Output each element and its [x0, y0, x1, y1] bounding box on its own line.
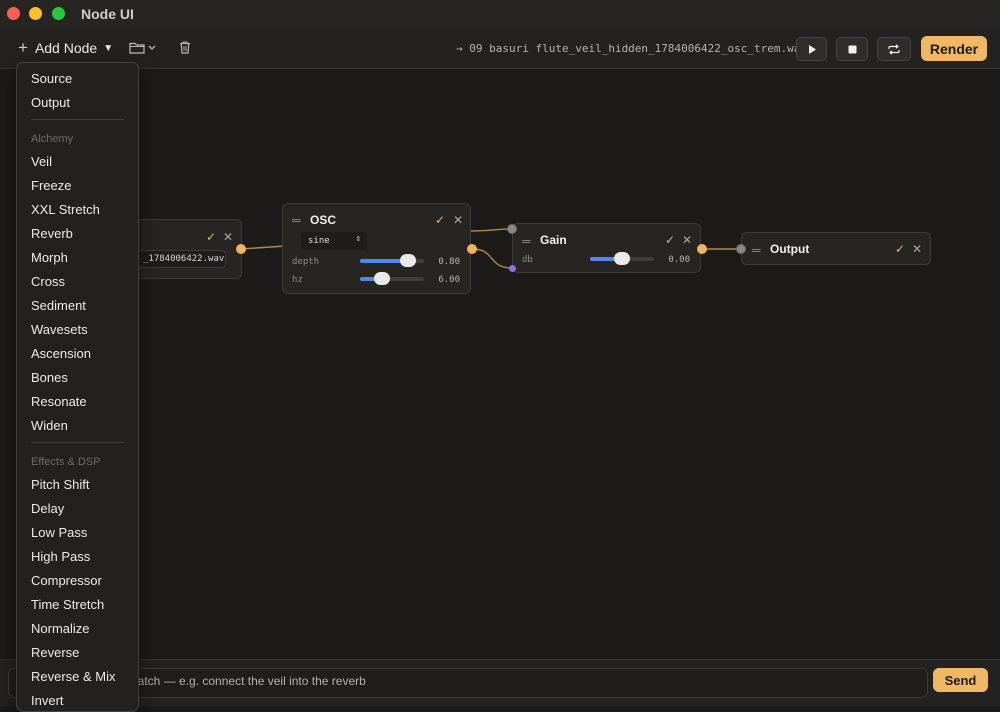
- menu-item-reverse-mix[interactable]: Reverse & Mix: [31, 669, 116, 684]
- menu-item-delay[interactable]: Delay: [31, 501, 64, 516]
- gain-input-port[interactable]: [507, 224, 517, 234]
- param-label-depth: depth: [292, 257, 320, 267]
- menu-item-low-pass[interactable]: Low Pass: [31, 525, 87, 540]
- menu-header-alchemy: Alchemy: [31, 133, 74, 145]
- menu-item-high-pass[interactable]: High Pass: [31, 549, 90, 564]
- osc-node-title: OSC: [310, 213, 337, 227]
- menu-item-xxl-stretch[interactable]: XXL Stretch: [31, 202, 100, 217]
- drag-handle-icon[interactable]: ═: [522, 234, 531, 248]
- source-file-field[interactable]: _1784006422.wav: [137, 250, 226, 268]
- source-output-port[interactable]: [236, 244, 246, 254]
- menu-item-invert[interactable]: Invert: [31, 693, 64, 708]
- wire-osc-gain: [470, 228, 513, 232]
- menu-item-ascension[interactable]: Ascension: [31, 346, 91, 361]
- output-node-title: Output: [770, 242, 810, 256]
- wire-osc-gain-mod: [472, 248, 513, 269]
- gain-node-title: Gain: [540, 233, 567, 247]
- enable-check-icon[interactable]: ✓: [206, 230, 216, 244]
- enable-check-icon[interactable]: ✓: [665, 233, 675, 247]
- gain-node[interactable]: [512, 223, 701, 273]
- gain-mod-port[interactable]: [508, 264, 516, 272]
- gain-output-port[interactable]: [697, 244, 707, 254]
- param-value-db: 0.00: [668, 255, 690, 265]
- menu-item-cross[interactable]: Cross: [31, 274, 65, 289]
- drag-handle-icon[interactable]: ═: [752, 243, 761, 257]
- chat-bar: patch — e.g. connect the veil into the r…: [0, 659, 1000, 706]
- enable-check-icon[interactable]: ✓: [895, 242, 905, 256]
- remove-node-icon[interactable]: ✕: [223, 230, 233, 244]
- wire-source-osc: [240, 245, 286, 250]
- remove-node-icon[interactable]: ✕: [682, 233, 692, 247]
- menu-item-time-stretch[interactable]: Time Stretch: [31, 597, 104, 612]
- param-value-hz: 6.00: [438, 275, 460, 285]
- menu-item-wavesets[interactable]: Wavesets: [31, 322, 88, 337]
- menu-item-morph[interactable]: Morph: [31, 250, 68, 265]
- menu-item-reverb[interactable]: Reverb: [31, 226, 73, 241]
- menu-item-reverse[interactable]: Reverse: [31, 645, 79, 660]
- menu-header-effects: Effects & DSP: [31, 456, 101, 468]
- output-input-port[interactable]: [736, 244, 746, 254]
- slider-knob[interactable]: [400, 254, 416, 267]
- param-label-db: db: [522, 255, 533, 265]
- enable-check-icon[interactable]: ✓: [435, 213, 445, 227]
- osc-output-port[interactable]: [467, 244, 477, 254]
- updown-chevron-icon: ⇕: [355, 234, 361, 244]
- hz-slider[interactable]: [360, 272, 424, 285]
- menu-item-veil[interactable]: Veil: [31, 154, 52, 169]
- drag-handle-icon[interactable]: ═: [292, 213, 301, 227]
- menu-item-resonate[interactable]: Resonate: [31, 394, 87, 409]
- menu-item-bones[interactable]: Bones: [31, 370, 68, 385]
- remove-node-icon[interactable]: ✕: [453, 213, 463, 227]
- add-node-menu: Source Output Alchemy Veil Freeze XXL St…: [16, 62, 139, 712]
- slider-knob[interactable]: [614, 252, 630, 265]
- db-slider[interactable]: [590, 252, 654, 265]
- menu-item-freeze[interactable]: Freeze: [31, 178, 71, 193]
- connection-wires: [240, 228, 741, 269]
- menu-item-sediment[interactable]: Sediment: [31, 298, 86, 313]
- menu-item-normalize[interactable]: Normalize: [31, 621, 90, 636]
- menu-item-pitch-shift[interactable]: Pitch Shift: [31, 477, 90, 492]
- param-value-depth: 0.80: [438, 257, 460, 267]
- menu-separator: [31, 442, 124, 443]
- menu-item-compressor[interactable]: Compressor: [31, 573, 102, 588]
- param-label-hz: hz: [292, 275, 303, 285]
- menu-item-widen[interactable]: Widen: [31, 418, 68, 433]
- chat-placeholder: patch — e.g. connect the veil into the r…: [131, 674, 366, 688]
- waveform-select[interactable]: sine ⇕: [301, 232, 367, 250]
- depth-slider[interactable]: [360, 254, 424, 267]
- slider-knob[interactable]: [374, 272, 391, 285]
- send-button[interactable]: Send: [933, 668, 988, 692]
- remove-node-icon[interactable]: ✕: [912, 242, 922, 256]
- menu-item-output[interactable]: Output: [31, 95, 70, 110]
- waveform-value: sine: [308, 236, 330, 246]
- menu-separator: [31, 119, 124, 120]
- menu-item-source[interactable]: Source: [31, 71, 72, 86]
